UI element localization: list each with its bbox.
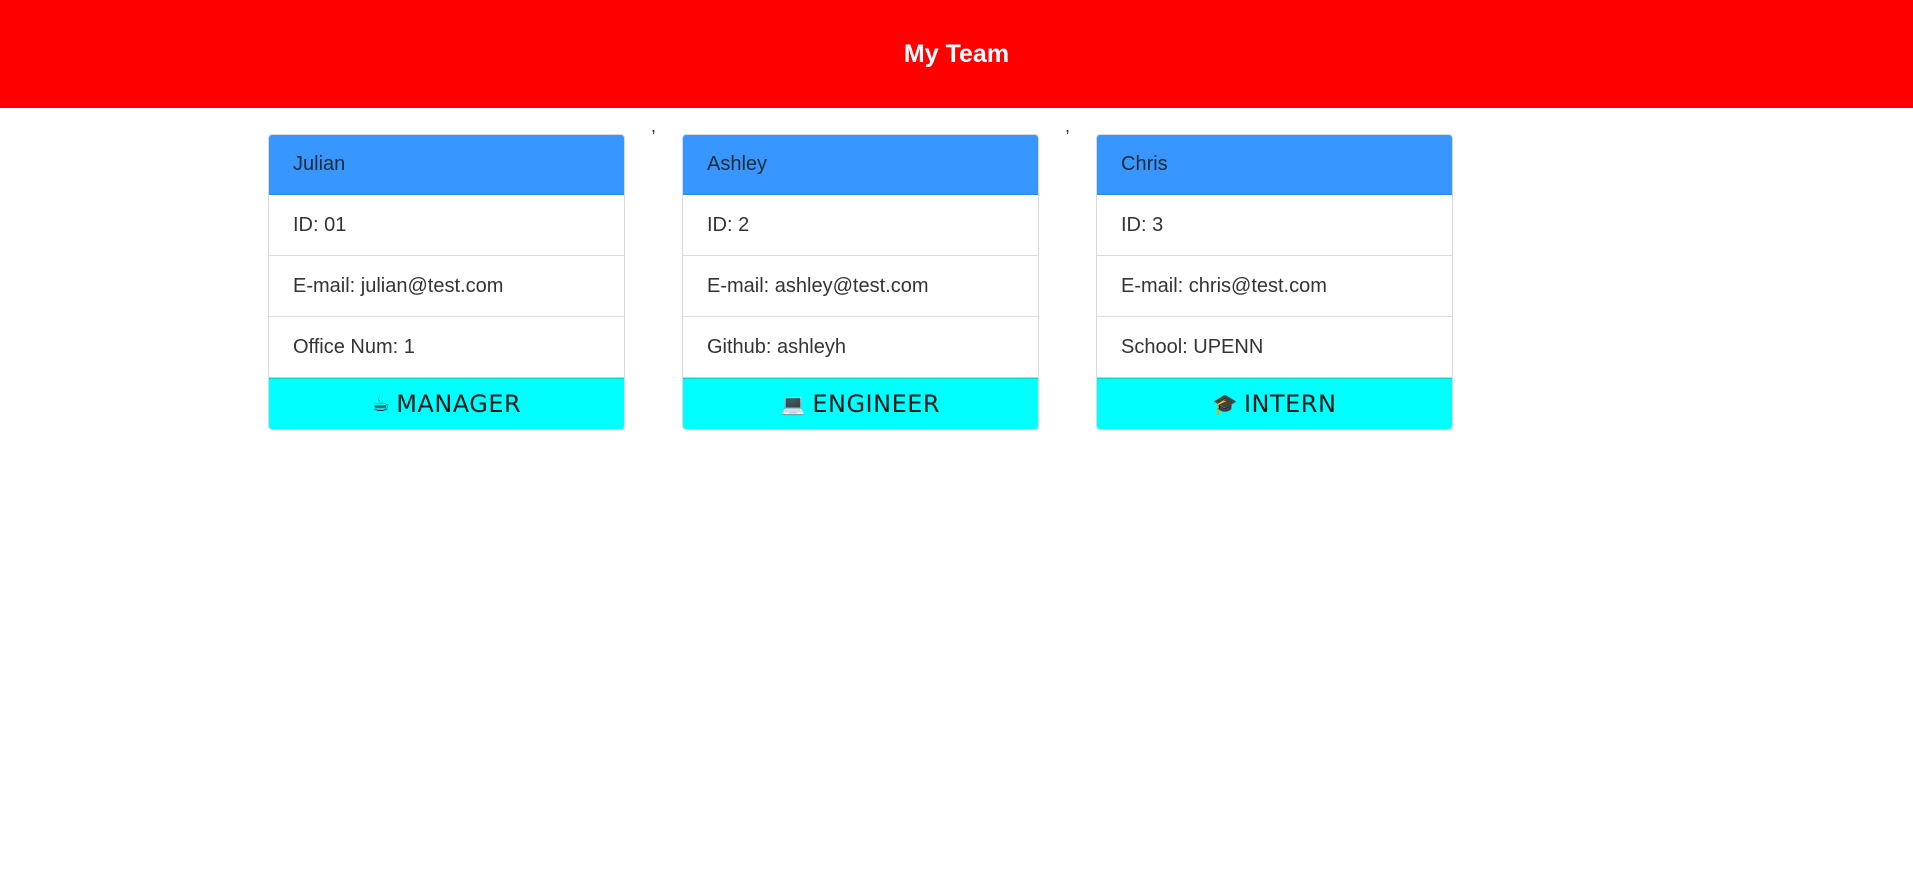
card-role-footer: 💻 ENGINEER	[683, 378, 1038, 429]
coffee-icon: ☕	[371, 392, 391, 416]
card-role-footer: ☕ MANAGER	[269, 378, 624, 429]
card-id: ID: 2	[683, 195, 1038, 256]
card-email: E-mail: julian@test.com	[269, 256, 624, 317]
employee-card-intern: Chris ID: 3 E-mail: chris@test.com Schoo…	[1096, 134, 1453, 430]
card-email: E-mail: ashley@test.com	[683, 256, 1038, 317]
card-role-label: MANAGER	[396, 390, 522, 418]
card-id: ID: 01	[269, 195, 624, 256]
card-id: ID: 3	[1097, 195, 1452, 256]
card-name: Julian	[269, 135, 624, 195]
card-name: Ashley	[683, 135, 1038, 195]
card-email: E-mail: chris@test.com	[1097, 256, 1452, 317]
employee-card-engineer: Ashley ID: 2 E-mail: ashley@test.com Git…	[682, 134, 1039, 430]
separator: ,	[1065, 116, 1071, 136]
card-office-number: Office Num: 1	[269, 317, 624, 378]
graduation-cap-icon: 🎓	[1212, 392, 1238, 416]
page-title: My Team	[903, 39, 1010, 68]
page-header: My Team	[0, 0, 1913, 108]
card-role-label: ENGINEER	[812, 390, 941, 418]
card-name: Chris	[1097, 135, 1452, 195]
laptop-icon: 💻	[780, 392, 807, 416]
separator: ,	[651, 116, 657, 136]
card-role-footer: 🎓 INTERN	[1097, 378, 1452, 429]
card-school: School: UPENN	[1097, 317, 1452, 378]
employee-card-manager: Julian ID: 01 E-mail: julian@test.com Of…	[268, 134, 625, 430]
card-role-label: INTERN	[1243, 390, 1337, 418]
card-github: Github: ashleyh	[683, 317, 1038, 378]
